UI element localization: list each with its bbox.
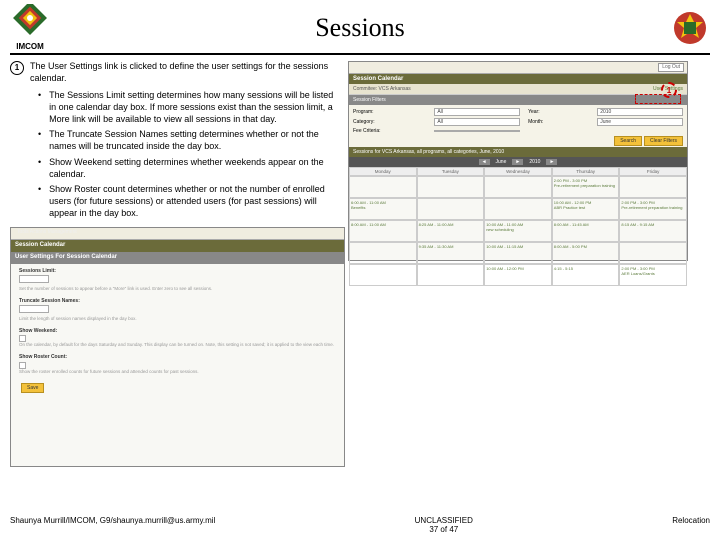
calendar-cell[interactable]: 8:25 AM - 11:00 AM bbox=[417, 220, 485, 242]
calendar-cell[interactable] bbox=[349, 264, 417, 286]
next-month[interactable]: ► bbox=[512, 159, 523, 165]
screenshot-calendar: 1 Log Out Session Calendar Commitee: VCS… bbox=[348, 61, 688, 261]
search-button[interactable]: Search bbox=[614, 136, 642, 146]
calendar-cell[interactable]: 6:00 AM - 11:00 AMBenefits bbox=[349, 198, 417, 220]
calendar-cell[interactable]: 2:00 PM - 3:00 PMPre-retirement preparat… bbox=[552, 176, 620, 198]
ss1-title: Session Calendar bbox=[349, 74, 687, 84]
category-select[interactable]: All bbox=[434, 118, 520, 126]
army-crest bbox=[670, 8, 710, 48]
calendar-cell[interactable]: 10:00 AM - 11:15 AM bbox=[484, 242, 552, 264]
clear-filters-button[interactable]: Clear Filters bbox=[644, 136, 683, 146]
tabs-bar: Tools Actions Management bbox=[14, 229, 80, 238]
calendar-cell[interactable]: 8:00 AM - 11:00 AM bbox=[349, 220, 417, 242]
calendar-cell[interactable] bbox=[417, 198, 485, 220]
imcom-logo: IMCOM bbox=[10, 4, 50, 51]
calendar-cell[interactable]: 2:00 PM - 3:00 PMPre-retirement preparat… bbox=[619, 198, 687, 220]
slide-title: Sessions bbox=[50, 13, 670, 43]
calendar-cell[interactable]: 10:00 AM - 11:00 AMnew scheduling bbox=[484, 220, 552, 242]
calendar-cell[interactable] bbox=[619, 242, 687, 264]
footer-section: Relocation bbox=[672, 516, 710, 534]
classification: UNCLASSIFIED bbox=[415, 516, 473, 525]
calendar-cell[interactable]: 8:15 AM - 9:15 AM bbox=[619, 220, 687, 242]
truncate-input[interactable] bbox=[19, 305, 49, 313]
slide-header: IMCOM Sessions bbox=[0, 0, 720, 51]
calendar-cell[interactable]: 10:00 AM - 12:00 PMABR Practice test bbox=[552, 198, 620, 220]
calendar-cell[interactable]: 10:00 AM - 12:00 PM bbox=[484, 264, 552, 286]
next-year[interactable]: ► bbox=[546, 159, 557, 165]
calendar-cell[interactable]: 2:00 PM - 3:00 PMAER Loans/Grants bbox=[619, 264, 687, 286]
calendar-cell[interactable] bbox=[417, 176, 485, 198]
show-roster-checkbox[interactable] bbox=[19, 362, 26, 369]
page-number: 37 of 47 bbox=[429, 525, 458, 534]
calendar-cell[interactable] bbox=[349, 176, 417, 198]
calendar-cell[interactable] bbox=[484, 198, 552, 220]
fee-select[interactable] bbox=[434, 130, 520, 132]
header-rule bbox=[10, 53, 710, 55]
sessions-limit-input[interactable] bbox=[19, 275, 49, 283]
sessions-bar: Sessions for VCS Arkansas, all programs,… bbox=[349, 147, 687, 157]
calendar-cell[interactable]: 9:35 AM - 11:30 AM bbox=[417, 242, 485, 264]
calendar-cell[interactable] bbox=[417, 264, 485, 286]
screenshot-user-settings: Tools Actions Management Session Calenda… bbox=[10, 227, 345, 467]
sub-bullet: •The Sessions Limit setting determines h… bbox=[38, 90, 340, 125]
step-1: 1 The User Settings link is clicked to d… bbox=[10, 61, 340, 84]
month-select[interactable]: June bbox=[597, 118, 683, 126]
calendar-cell[interactable]: 8:00 AM - 11:45 AM bbox=[552, 220, 620, 242]
ss2-subtitle: User Settings For Session Calendar bbox=[11, 252, 344, 264]
calendar-cell[interactable] bbox=[484, 176, 552, 198]
sub-bullet: •Show Roster count determines whether or… bbox=[38, 184, 340, 219]
calendar-cell[interactable] bbox=[349, 242, 417, 264]
slide-footer: Shaunya Murrill/IMCOM, G9/shaunya.murril… bbox=[10, 516, 710, 534]
step-number: 1 bbox=[10, 61, 24, 75]
save-button[interactable]: Save bbox=[21, 383, 44, 393]
calendar-cell[interactable]: 4:15 - 5:15 bbox=[552, 264, 620, 286]
show-weekend-checkbox[interactable] bbox=[19, 335, 26, 342]
logout-button[interactable]: Log Out bbox=[658, 63, 684, 72]
sub-bullet: •The Truncate Session Names setting dete… bbox=[38, 129, 340, 152]
year-select[interactable]: 2010 bbox=[597, 108, 683, 116]
footer-author: Shaunya Murrill/IMCOM, G9/shaunya.murril… bbox=[10, 516, 215, 534]
step-text: The User Settings link is clicked to def… bbox=[30, 61, 340, 84]
calendar-cell[interactable] bbox=[619, 176, 687, 198]
calendar-grid: Monday Tuesday Wednesday Thursday Friday bbox=[349, 167, 687, 176]
sub-bullet: •Show Weekend setting determines whether… bbox=[38, 157, 340, 180]
prev-month[interactable]: ◄ bbox=[479, 159, 490, 165]
program-select[interactable]: All bbox=[434, 108, 520, 116]
highlight-user-settings bbox=[635, 94, 681, 104]
ss2-title: Session Calendar bbox=[11, 240, 344, 252]
calendar-cell[interactable]: 8:00 AM - 5:00 PM bbox=[552, 242, 620, 264]
